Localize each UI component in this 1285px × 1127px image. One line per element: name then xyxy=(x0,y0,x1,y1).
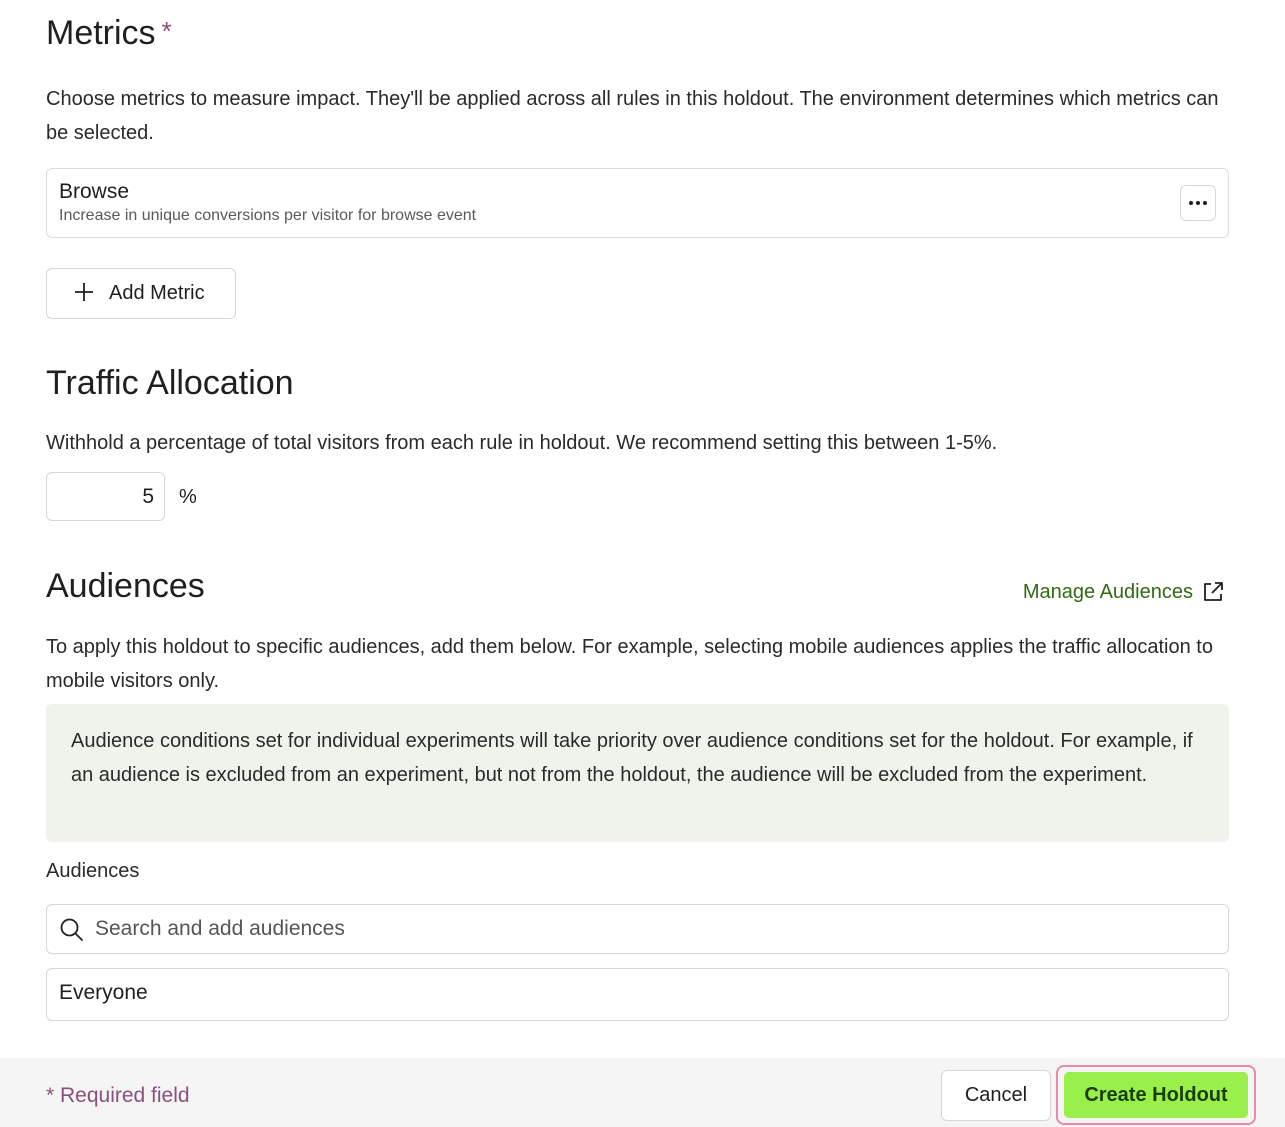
create-holdout-focus-ring: Create Holdout xyxy=(1056,1065,1256,1125)
metric-more-button[interactable] xyxy=(1180,185,1216,221)
plus-icon xyxy=(73,280,95,308)
percent-unit: % xyxy=(179,486,197,508)
manage-audiences-link[interactable]: Manage Audiences xyxy=(1023,580,1225,604)
selected-audience-label: Everyone xyxy=(59,981,148,1004)
metric-card-browse: Browse Increase in unique conversions pe… xyxy=(46,168,1229,238)
audience-priority-notice: Audience conditions set for individual e… xyxy=(46,704,1229,842)
metrics-description: Choose metrics to measure impact. They'l… xyxy=(46,88,1219,144)
audiences-heading: Audiences xyxy=(46,567,205,605)
audience-search-input[interactable] xyxy=(95,905,1215,953)
cancel-button[interactable]: Cancel xyxy=(941,1070,1051,1121)
required-field-note: * Required field xyxy=(46,1084,190,1107)
add-metric-label: Add Metric xyxy=(109,282,205,304)
metric-subtitle: Increase in unique conversions per visit… xyxy=(59,207,477,224)
traffic-percentage-input[interactable] xyxy=(46,472,165,521)
more-icon xyxy=(1188,201,1209,205)
selected-audience-everyone[interactable]: Everyone xyxy=(46,968,1229,1021)
audiences-description: To apply this holdout to specific audien… xyxy=(46,636,1213,692)
create-holdout-button[interactable]: Create Holdout xyxy=(1064,1072,1248,1118)
traffic-description: Withhold a percentage of total visitors … xyxy=(46,432,998,454)
external-link-icon xyxy=(1204,582,1223,601)
required-marker: * xyxy=(161,16,172,46)
audience-search[interactable] xyxy=(46,904,1229,954)
metrics-heading: Metrics * xyxy=(46,14,172,53)
search-icon xyxy=(60,918,84,942)
form-footer: * Required field Cancel Create Holdout xyxy=(0,1058,1285,1127)
audiences-field-label: Audiences xyxy=(46,860,140,882)
add-metric-button[interactable]: Add Metric xyxy=(46,268,236,319)
metrics-heading-text: Metrics xyxy=(46,14,156,52)
metric-name: Browse xyxy=(59,180,130,203)
traffic-heading: Traffic Allocation xyxy=(46,364,294,402)
manage-audiences-label: Manage Audiences xyxy=(1022,580,1193,603)
